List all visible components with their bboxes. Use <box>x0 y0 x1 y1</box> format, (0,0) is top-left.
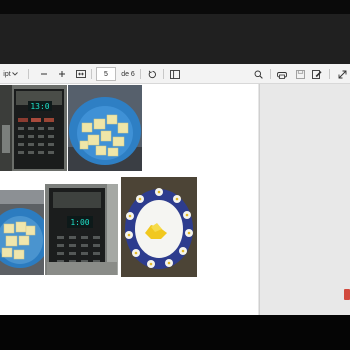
microwave-display: 13:0 <box>30 102 49 111</box>
page-number-input[interactable] <box>96 67 116 81</box>
print-icon[interactable] <box>276 64 288 84</box>
title-bar <box>0 14 350 64</box>
search-icon[interactable] <box>252 64 264 84</box>
rotate-icon[interactable] <box>146 64 158 84</box>
toolbar-divider <box>270 69 271 79</box>
bowl-photo <box>68 85 142 171</box>
toolbar-divider <box>140 69 141 79</box>
toolbar-divider <box>28 69 29 79</box>
edit-icon[interactable] <box>311 64 323 84</box>
bottom-black-bar <box>0 315 350 350</box>
save-icon[interactable] <box>294 64 306 84</box>
microwave-photo-2: 1:00 <box>45 184 118 275</box>
toolbar-divider <box>329 69 330 79</box>
stamp-icon <box>344 289 350 300</box>
microwave-display-2: 1:00 <box>70 218 89 227</box>
plus-icon[interactable] <box>56 64 68 84</box>
pdf-page: 13:0 1:00 <box>0 84 258 315</box>
document-viewport[interactable]: 13:0 1:00 <box>0 84 350 315</box>
page-total-label: de 6 <box>121 70 135 78</box>
plate-photo <box>121 177 197 277</box>
minus-icon[interactable] <box>38 64 50 84</box>
fit-page-icon[interactable] <box>75 64 87 84</box>
pdf-toolbar: ipt de 6 <box>0 64 350 84</box>
toolbar-divider <box>163 69 164 79</box>
microwave-photo: 13:0 <box>0 85 67 171</box>
toolbar-divider <box>91 69 92 79</box>
fullscreen-icon[interactable] <box>336 64 348 84</box>
side-pane <box>259 84 350 315</box>
two-page-icon[interactable] <box>169 64 181 84</box>
top-black-bar <box>0 0 350 14</box>
chevron-down-icon[interactable] <box>10 64 20 84</box>
bowl-microwave-photo <box>0 190 44 275</box>
